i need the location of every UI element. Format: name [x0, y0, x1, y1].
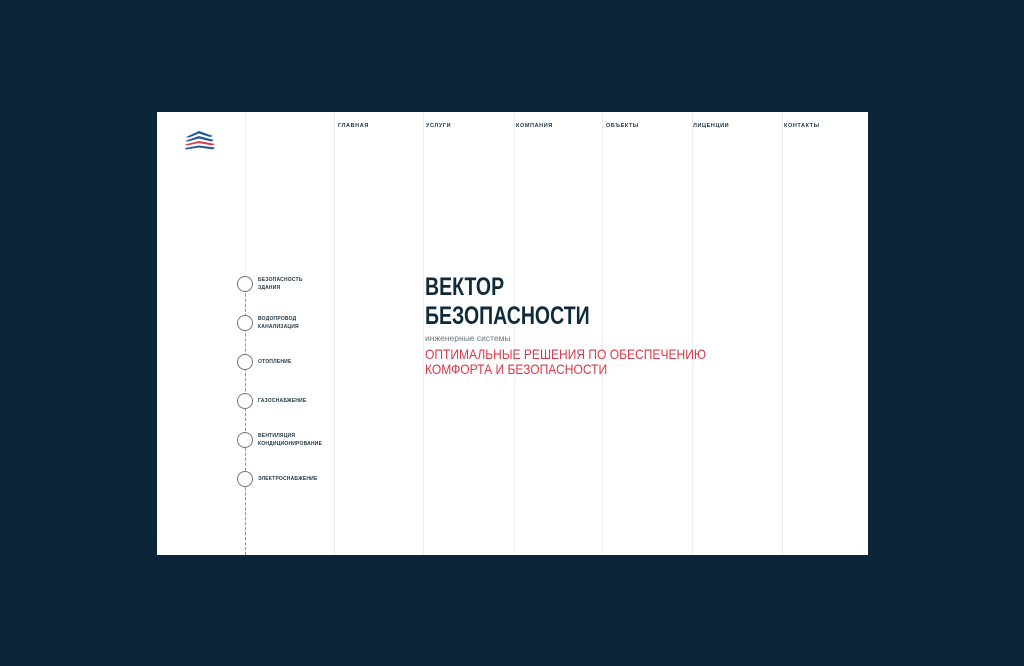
- grid-line: [782, 112, 783, 555]
- page-frame: ГЛАВНАЯ УСЛУГИ КОМПАНИЯ ОБЪЕКТЫ ЛИЦЕНЦИИ…: [157, 112, 868, 555]
- grid-line: [602, 112, 603, 555]
- logo-link[interactable]: [183, 128, 217, 154]
- nav-item-services[interactable]: УСЛУГИ: [426, 123, 451, 129]
- nav-item-objects[interactable]: ОБЪЕКТЫ: [606, 123, 639, 129]
- service-item-water-sewerage[interactable]: ВОДОПРОВОД КАНАЛИЗАЦИЯ: [237, 315, 337, 335]
- hero-subtitle: инженерные системы: [425, 333, 511, 343]
- circle-icon: [237, 471, 253, 487]
- service-label: ВЕНТИЛЯЦИЯ КОНДИЦИОНИРОВАНИЕ: [258, 433, 323, 447]
- layered-roof-logo-icon: [185, 131, 215, 150]
- circle-icon: [237, 354, 253, 370]
- grid-line: [514, 112, 515, 555]
- service-label: ВОДОПРОВОД КАНАЛИЗАЦИЯ: [258, 316, 299, 330]
- service-item-building-security[interactable]: БЕЗОПАСНОСТЬ ЗДАНИЯ: [237, 276, 337, 296]
- grid-line: [692, 112, 693, 555]
- circle-icon: [237, 432, 253, 448]
- nav-item-home[interactable]: ГЛАВНАЯ: [338, 123, 369, 129]
- circle-icon: [237, 393, 253, 409]
- service-label: ОТОПЛЕНИЕ: [258, 359, 292, 365]
- nav-item-licenses[interactable]: ЛИЦЕНЦИИ: [693, 123, 729, 129]
- circle-icon: [237, 276, 253, 292]
- service-item-gas-supply[interactable]: ГАЗОСНАБЖЕНИЕ: [237, 393, 337, 413]
- service-item-electricity[interactable]: ЭЛЕКТРОСНАБЖЕНИЕ: [237, 471, 337, 491]
- circle-icon: [237, 315, 253, 331]
- nav-item-company[interactable]: КОМПАНИЯ: [516, 123, 553, 129]
- service-item-ventilation[interactable]: ВЕНТИЛЯЦИЯ КОНДИЦИОНИРОВАНИЕ: [237, 432, 337, 452]
- service-label: ЭЛЕКТРОСНАБЖЕНИЕ: [258, 476, 318, 482]
- grid-line: [423, 112, 424, 555]
- nav-item-contacts[interactable]: КОНТАКТЫ: [784, 123, 820, 129]
- hero-tagline: ОПТИМАЛЬНЫЕ РЕШЕНИЯ ПО ОБЕСПЕЧЕНИЮ КОМФОР…: [425, 346, 707, 377]
- service-label: ГАЗОСНАБЖЕНИЕ: [258, 398, 307, 404]
- hero-title: ВЕКТОР БЕЗОПАСНОСТИ: [425, 273, 590, 330]
- service-label: БЕЗОПАСНОСТЬ ЗДАНИЯ: [258, 277, 303, 291]
- service-item-heating[interactable]: ОТОПЛЕНИЕ: [237, 354, 337, 374]
